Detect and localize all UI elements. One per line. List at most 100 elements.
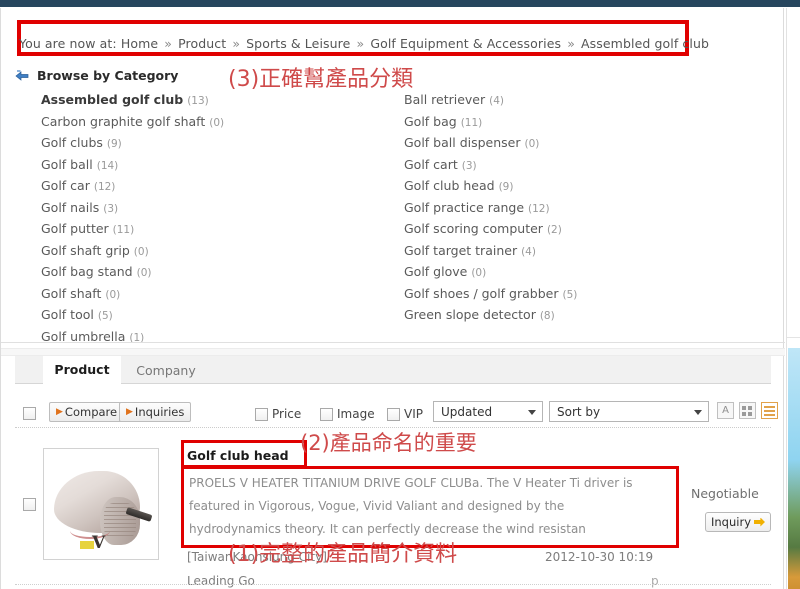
category-label: Carbon graphite golf shaft [41,113,206,129]
category-column-left: Assembled golf club (13) Carbon graphite… [41,90,371,348]
breadcrumb-item-assembled-golf-club[interactable]: Assembled golf club [581,36,709,51]
category-item-golf-ball[interactable]: Golf ball (14) [41,155,371,177]
updated-dropdown-value: Updated [441,404,493,419]
breadcrumb-item-sports-leisure[interactable]: Sports & Leisure [246,36,350,51]
breadcrumb-item-product[interactable]: Product [178,36,226,51]
category-item-golf-nails[interactable]: Golf nails (3) [41,198,371,220]
category-item-golf-clubs[interactable]: Golf clubs (9) [41,133,371,155]
breadcrumb-prefix: You are now at: [19,36,117,51]
text-view-icon[interactable]: A [717,402,734,419]
category-count: (11) [460,116,483,129]
sortby-dropdown-value: Sort by [557,404,601,419]
category-label: Golf bag stand [41,264,133,279]
category-label: Golf bag [404,113,457,129]
category-item-golf-car[interactable]: Golf car (12) [41,176,371,198]
category-count: (4) [521,245,536,258]
category-label: Green slope detector [404,307,536,322]
category-column-right: Ball retriever (4) Golf bag (11) Golf ba… [404,90,734,327]
category-label: Ball retriever [404,92,486,107]
category-item-golf-bag[interactable]: Golf bag (11) [404,112,734,134]
product-company-name[interactable]: Leading Go [187,574,255,588]
category-item-green-slope-detector[interactable]: Green slope detector (8) [404,305,734,327]
category-item-golf-putter[interactable]: Golf putter (11) [41,219,371,241]
sidebar-ad-top-slot [787,8,800,338]
category-count: (9) [106,138,122,150]
breadcrumb-item-home[interactable]: Home [121,36,158,51]
sortby-dropdown[interactable]: Sort by [549,401,709,422]
category-count: (9) [498,181,514,193]
category-label: Golf tool [41,307,94,322]
breadcrumb-separator: » [567,36,575,51]
filter-image[interactable]: Image [320,407,375,421]
category-label: Golf ball [41,156,93,172]
browse-by-category-title: Browse by Category [37,68,179,83]
category-item-golf-glove[interactable]: Golf glove (0) [404,262,734,284]
filter-vip[interactable]: VIP [387,407,423,421]
product-thumbnail[interactable]: V [43,448,159,560]
category-item-golf-target-trainer[interactable]: Golf target trainer (4) [404,241,734,263]
category-label: Golf target trainer [404,242,518,258]
category-label: Golf ball dispenser [404,135,521,150]
tab-product-label: Product [54,362,110,377]
category-item-golf-umbrella[interactable]: Golf umbrella (1) [41,327,371,349]
product-select-checkbox[interactable] [23,498,36,511]
product-result-row: V Golf club head PROELS V HEATER TITANIU… [15,436,771,588]
category-item-golf-bag-stand[interactable]: Golf bag stand (0) [41,262,371,284]
category-count: (0) [209,116,225,129]
category-item-ball-retriever[interactable]: Ball retriever (4) [404,90,734,112]
filter-price[interactable]: Price [255,407,301,421]
chevron-down-icon [528,410,536,415]
category-label: Golf nails [41,199,100,215]
product-trailing-mark: p [651,574,659,588]
pointer-hand-icon [15,69,31,83]
sidebar-ad-banner-image[interactable] [788,348,800,589]
inquiries-button[interactable]: ▶ Inquiries [119,402,192,422]
image-checkbox[interactable] [320,407,333,421]
category-count: (3) [103,202,119,215]
category-item-golf-practice-range[interactable]: Golf practice range (12) [404,198,734,220]
tab-company-label: Company [136,362,196,378]
category-label: Golf scoring computer [404,221,543,236]
vip-checkbox[interactable] [387,407,400,421]
breadcrumb: You are now at: Home » Product » Sports … [19,36,759,51]
category-label: Golf glove [404,264,468,279]
product-title[interactable]: Golf club head [187,448,289,463]
breadcrumb-region: You are now at: Home » Product » Sports … [9,20,771,56]
page-content-panel: You are now at: Home » Product » Sports … [0,8,785,589]
chevron-down-icon [694,410,702,415]
category-item-golf-shoes-golf-grabber[interactable]: Golf shoes / golf grabber (5) [404,284,734,306]
updated-dropdown[interactable]: Updated [433,401,543,422]
category-count: (5) [97,310,113,322]
result-tabs: Product Company [15,356,771,384]
breadcrumb-item-golf-equipment[interactable]: Golf Equipment & Accessories [370,36,561,51]
browser-viewport: You are now at: Home » Product » Sports … [0,0,800,589]
category-item-golf-shaft-grip[interactable]: Golf shaft grip (0) [41,241,371,263]
tab-company[interactable]: Company [121,356,211,384]
category-label: Golf shoes / golf grabber [404,285,559,301]
select-all-checkbox[interactable] [23,407,36,420]
category-item-golf-ball-dispenser[interactable]: Golf ball dispenser (0) [404,133,734,155]
product-location: [TaiwanKaohsiung City] [187,550,327,564]
category-item-golf-scoring-computer[interactable]: Golf scoring computer (2) [404,219,734,241]
breadcrumb-separator: » [232,36,241,51]
grid-view-icon[interactable] [739,402,756,419]
price-checkbox[interactable] [255,407,268,421]
category-item-carbon-graphite-golf-shaft[interactable]: Carbon graphite golf shaft (0) [41,112,371,134]
category-item-golf-tool[interactable]: Golf tool (5) [41,305,371,327]
list-view-icon[interactable] [761,402,778,419]
inquiries-button-label: Inquiries [134,405,185,419]
inquiry-button[interactable]: Inquiry [705,512,771,532]
category-columns: Assembled golf club (13) Carbon graphite… [41,90,741,344]
tab-product[interactable]: Product [43,356,121,384]
category-count: (14) [96,159,119,172]
compare-button[interactable]: ▶ Compare [49,402,125,422]
category-item-golf-cart[interactable]: Golf cart (3) [404,155,734,177]
browse-by-category-header: Browse by Category [15,68,178,83]
category-item-golf-shaft[interactable]: Golf shaft (0) [41,284,371,306]
category-count: (12) [528,202,550,215]
category-count: (0) [133,245,149,258]
filter-price-label: Price [272,407,302,421]
product-description: PROELS V HEATER TITANIUM DRIVE GOLF CLUB… [189,476,633,536]
category-item-assembled-golf-club[interactable]: Assembled golf club (13) [41,90,371,112]
category-item-golf-club-head[interactable]: Golf club head (9) [404,176,734,198]
